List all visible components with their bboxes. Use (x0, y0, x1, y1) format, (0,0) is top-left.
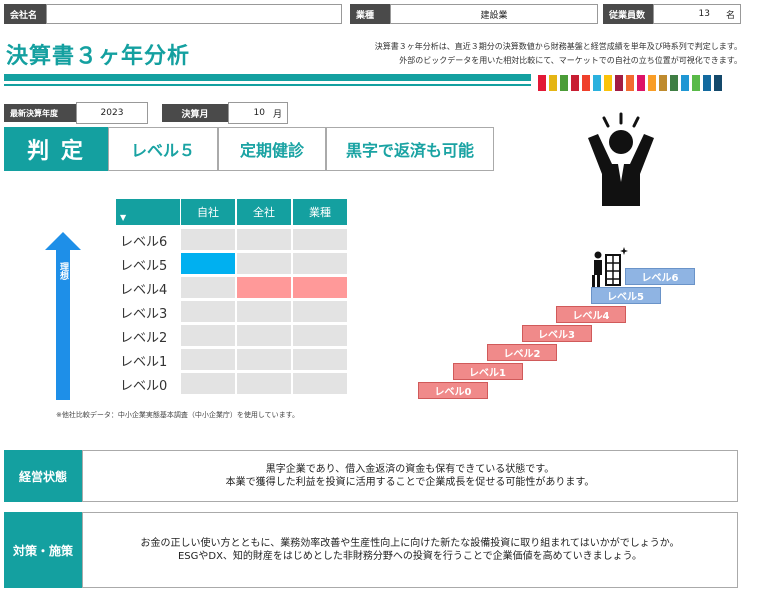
management-line-2: 本業で獲得した利益を投資に活用することで企業成長を促せる可能性があります。 (225, 477, 595, 488)
management-line-1: 黒字企業であり、借入金返済の資金も保有できている状態です。 (265, 464, 555, 475)
table-column-header: 全社 (237, 199, 291, 225)
color-stripe (670, 75, 678, 91)
management-label: 経営状態 (4, 450, 82, 502)
measures-line-2: ESGやDX、知的財産をはじめとした非財務分野への投資を行うことで企業価値を高め… (177, 551, 643, 562)
employees-field[interactable]: 13 名 (653, 4, 741, 24)
color-stripe (615, 75, 623, 91)
table-column-header: 自社 (181, 199, 235, 225)
table-row-label: レベル2 (116, 325, 180, 347)
description-line-1: 決算書３ヶ年分析は、直近３期分の決算数値から財務基盤と経営成績を単年及び時系列で… (374, 42, 742, 51)
employees-unit: 名 (726, 10, 736, 21)
table-row-label: レベル3 (116, 301, 180, 323)
measures-text-box: お金の正しい使い方とともに、業務効率改善や生産性向上に向けた新たな設備投資に取り… (82, 512, 738, 588)
ideal-label: 理想 (58, 262, 68, 280)
table-row-label: レベル0 (116, 373, 180, 395)
dropdown-triangle-icon: ▼ (120, 212, 127, 222)
color-stripe (637, 75, 645, 91)
stair-step: レベル0 (418, 382, 488, 399)
table-cell (293, 349, 347, 370)
color-stripe (549, 75, 557, 91)
color-stripe (571, 75, 579, 91)
table-cell (181, 277, 235, 298)
table-row-label: レベル1 (116, 349, 180, 371)
stair-step: レベル3 (521, 325, 592, 342)
fiscal-year-field[interactable]: 2023 (76, 102, 148, 124)
company-label: 会社名 (4, 4, 46, 24)
table-cell (237, 229, 291, 250)
title-thin-line (4, 84, 531, 86)
company-field[interactable] (46, 4, 342, 24)
color-stripe (659, 75, 667, 91)
color-stripe (593, 75, 601, 91)
industry-label: 業種 (350, 4, 390, 24)
table-cell (237, 277, 291, 298)
table-row-label: レベル4 (116, 277, 180, 299)
measures-line-1: お金の正しい使い方とともに、業務効率改善や生産性向上に向けた新たな設備投資に取り… (140, 538, 680, 549)
employees-value: 13 (698, 9, 710, 19)
fiscal-month-field[interactable]: 10 月 (228, 102, 288, 124)
verdict-status: 黒字で返済も可能 (326, 127, 494, 171)
table-corner[interactable]: ▼ (116, 199, 180, 225)
table-row-label: レベル6 (116, 229, 180, 251)
color-stripe (648, 75, 656, 91)
stair-step: レベル2 (487, 344, 557, 361)
table-cell (293, 277, 347, 298)
color-stripe (582, 75, 590, 91)
employees-label: 従業員数 (603, 4, 653, 24)
stair-step: レベル6 (625, 268, 695, 285)
color-stripe (560, 75, 568, 91)
color-stripe (714, 75, 722, 91)
comparison-note: ※他社比較データ：中小企業実態基本調査（中小企業庁）を使用しています。 (56, 411, 299, 419)
table-cell (237, 373, 291, 394)
stair-step: レベル4 (556, 306, 626, 323)
ideal-arrow-icon (45, 232, 81, 400)
climbing-person-icon (592, 247, 628, 287)
table-cell (237, 301, 291, 322)
fiscal-month-label: 決算月 (162, 104, 228, 122)
table-cell (181, 373, 235, 394)
color-stripe (604, 75, 612, 91)
verdict-level: レベル５ (108, 127, 218, 171)
color-stripes (538, 75, 722, 91)
table-cell (181, 229, 235, 250)
fiscal-month-value: 10 (253, 108, 265, 118)
table-cell (293, 229, 347, 250)
table-cell (293, 253, 347, 274)
table-column-header: 業種 (293, 199, 347, 225)
color-stripe (681, 75, 689, 91)
description-line-2: 外部のビックデータを用いた相対比較にて、マーケットでの自社の立ち位置が可視化でき… (399, 56, 742, 65)
table-cell (181, 325, 235, 346)
table-cell (237, 325, 291, 346)
industry-field[interactable]: 建設業 (390, 4, 598, 24)
table-cell (293, 301, 347, 322)
celebrating-person-icon (588, 112, 654, 206)
table-row-label: レベル5 (116, 253, 180, 275)
verdict-checkup: 定期健診 (218, 127, 326, 171)
fiscal-year-label: 最新決算年度 (4, 104, 76, 122)
table-cell (237, 253, 291, 274)
title-underline (4, 74, 531, 81)
color-stripe (703, 75, 711, 91)
color-stripe (538, 75, 546, 91)
table-cell (181, 253, 235, 274)
fiscal-month-unit: 月 (273, 109, 283, 120)
table-cell (237, 349, 291, 370)
stair-step: レベル5 (590, 287, 661, 304)
management-text-box: 黒字企業であり、借入金返済の資金も保有できている状態です。 本業で獲得した利益を… (82, 450, 738, 502)
table-cell (293, 373, 347, 394)
color-stripe (626, 75, 634, 91)
verdict-label: 判 定 (4, 127, 108, 171)
table-cell (293, 325, 347, 346)
page-title: 決算書３ヶ年分析 (6, 44, 191, 69)
table-cell (181, 301, 235, 322)
color-stripe (692, 75, 700, 91)
table-cell (181, 349, 235, 370)
measures-label: 対策・施策 (4, 512, 82, 588)
stair-step: レベル1 (452, 363, 523, 380)
page-description: 決算書３ヶ年分析は、直近３期分の決算数値から財務基盤と経営成績を単年及び時系列で… (300, 40, 742, 68)
